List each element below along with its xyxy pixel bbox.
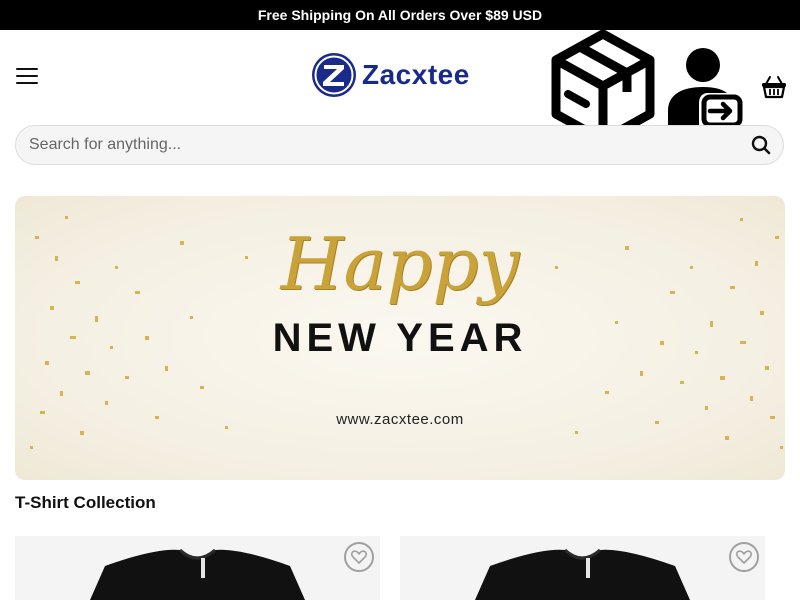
product-card[interactable] xyxy=(15,536,380,600)
heart-icon xyxy=(351,550,367,564)
shopping-basket-icon[interactable] xyxy=(761,75,787,99)
heart-icon xyxy=(736,550,752,564)
promo-banner[interactable]: Happy NEW YEAR www.zacxtee.com xyxy=(15,196,785,480)
site-header: Zacxtee xyxy=(0,30,800,144)
search-input[interactable] xyxy=(16,136,739,154)
site-logo[interactable]: Zacxtee xyxy=(310,50,470,100)
search-icon xyxy=(751,135,771,155)
wishlist-button[interactable] xyxy=(729,542,759,572)
logo-text: Zacxtee xyxy=(362,59,470,90)
section-title: T-Shirt Collection xyxy=(15,493,156,512)
search-button[interactable] xyxy=(739,126,783,164)
logo-mark-icon xyxy=(312,53,356,97)
tshirt-image xyxy=(475,548,690,600)
tshirt-image xyxy=(90,548,305,600)
hamburger-menu-icon[interactable] xyxy=(16,68,38,84)
user-login-icon[interactable] xyxy=(666,45,744,127)
banner-url: www.zacxtee.com xyxy=(336,411,464,428)
banner-script-heading: Happy xyxy=(280,222,520,306)
announcement-bar: Free Shipping On All Orders Over $89 USD xyxy=(0,0,800,30)
announcement-text: Free Shipping On All Orders Over $89 USD xyxy=(257,7,543,23)
wishlist-button[interactable] xyxy=(344,542,374,572)
banner-title: NEW YEAR xyxy=(272,316,528,360)
search-bar xyxy=(15,125,784,165)
product-card[interactable] xyxy=(400,536,765,600)
